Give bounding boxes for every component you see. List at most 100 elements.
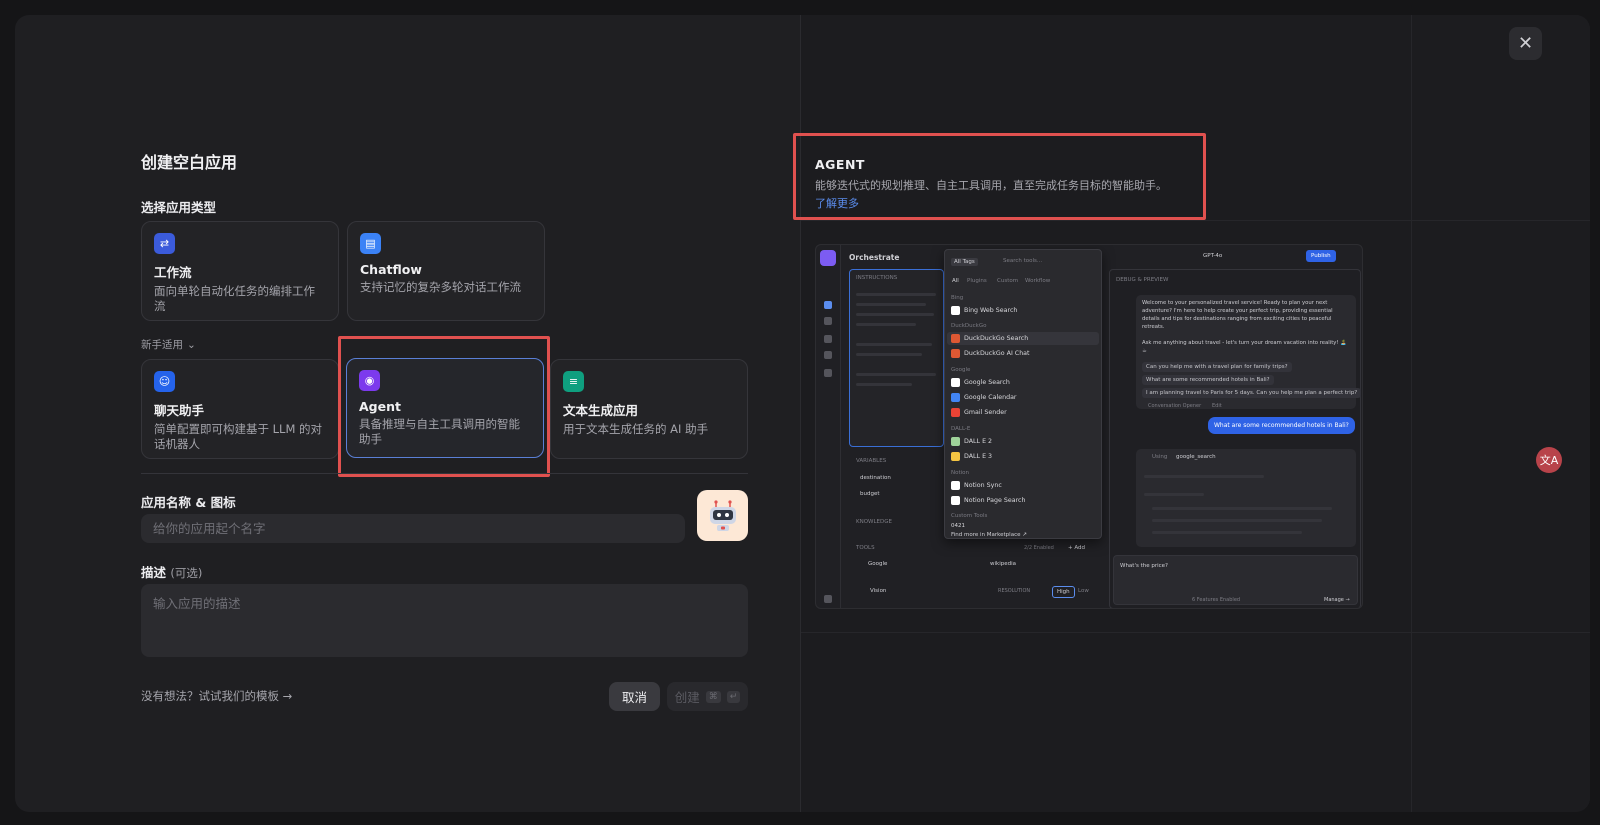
preview-tool: Google: [868, 561, 888, 567]
preview-input-text: What's the price?: [1120, 563, 1168, 569]
preview-user-msg: What are some recommended hotels in Bali…: [1208, 417, 1355, 434]
preview-tool-item: DALL E 2: [951, 437, 992, 446]
nav-icon: [824, 351, 832, 359]
preview-edit: Edit: [1212, 403, 1222, 409]
type-card-title: Chatflow: [360, 262, 422, 277]
name-label: 应用名称 & 图标: [141, 495, 236, 510]
desc-optional: (可选): [170, 566, 203, 580]
preview-suggestion: What are some recommended hotels in Bali…: [1142, 375, 1274, 385]
agent-preview-image: Orchestrate INSTRUCTIONS VARIABLES desti…: [815, 244, 1363, 609]
preview-tool-item: Google Search: [951, 378, 1010, 387]
text-gen-icon: ≡: [563, 371, 584, 392]
preview-tools-enabled: 2/2 Enabled: [1024, 545, 1054, 551]
type-card-title: 文本生成应用: [563, 403, 639, 418]
preview-placeholder-line: [856, 323, 916, 326]
preview-tools-dropdown: All Tags Search tools... All Plugins Cus…: [944, 249, 1102, 539]
chevron-down-icon: ⌄: [187, 338, 196, 351]
nav-icon: [824, 317, 832, 325]
kbd-command: ⌘: [705, 690, 721, 703]
preview-bot-msg: Ask me anything about travel - let's tur…: [1142, 340, 1347, 354]
preview-bot-msg: Welcome to your personalized travel serv…: [1142, 300, 1333, 330]
preview-placeholder-line: [1152, 507, 1332, 510]
close-icon: ✕: [1517, 33, 1534, 54]
preview-cat: Google: [951, 367, 971, 373]
preview-add: + Add: [1068, 545, 1086, 551]
preview-manage: Manage →: [1324, 597, 1350, 603]
divider: [141, 473, 748, 474]
preview-tool-item: Google Calendar: [951, 393, 1017, 402]
close-button[interactable]: ✕: [1509, 27, 1542, 60]
preview-tab: Custom: [997, 278, 1019, 284]
type-card-chat-assistant[interactable]: ☺ 聊天助手 简单配置即可构建基于 LLM 的对话机器人: [141, 359, 339, 459]
preview-sidebar: [816, 245, 841, 608]
preview-features: 6 Features Enabled: [1192, 597, 1241, 603]
preview-cat: DuckDuckGo: [951, 323, 987, 329]
preview-placeholder-line: [856, 293, 936, 296]
templates-link[interactable]: 没有想法？试试我们的模板 →: [141, 688, 292, 704]
robot-icon: [709, 499, 736, 531]
preview-tool-item: Bing Web Search: [951, 306, 1017, 315]
preview-tab: Workflow: [1025, 278, 1051, 284]
preview-using: Using: [1152, 454, 1168, 460]
preview-tool-item: Gmail Sender: [951, 408, 1007, 417]
preview-placeholder-line: [1144, 493, 1204, 496]
workflow-icon: ⇄: [154, 233, 175, 254]
preview-cat: Bing: [951, 295, 964, 301]
cancel-button[interactable]: 取消: [609, 682, 660, 711]
grid-line: [801, 220, 1590, 221]
type-section-label: 选择应用类型: [141, 200, 217, 215]
create-button[interactable]: 创建 ⌘ ↵: [667, 682, 748, 711]
preview-tool-item: DuckDuckGo Search: [951, 334, 1028, 343]
preview-tool-item: 0421: [951, 523, 965, 529]
kbd-enter: ↵: [726, 690, 741, 703]
type-card-title: 工作流: [154, 265, 192, 280]
preview-placeholder-line: [856, 373, 936, 376]
grid-line: [1411, 15, 1412, 812]
preview-search-tools: Search tools...: [1003, 258, 1043, 264]
cancel-label: 取消: [621, 690, 647, 705]
nav-icon: [824, 595, 832, 603]
type-card-chatflow[interactable]: ▤ Chatflow 支持记忆的复杂多轮对话工作流: [347, 221, 545, 321]
preview-instructions-label: INSTRUCTIONS: [856, 275, 898, 281]
preview-tools: TOOLS: [856, 545, 875, 551]
preview-publish: Publish: [1306, 250, 1336, 262]
highlight-box: [793, 133, 1206, 220]
preview-using-tool: google_search: [1176, 454, 1216, 460]
type-card-workflow[interactable]: ⇄ 工作流 面向单轮自动化任务的编排工作流: [141, 221, 339, 321]
preview-placeholder-line: [856, 383, 912, 386]
preview-placeholder-line: [856, 303, 926, 306]
preview-tab: Plugins: [967, 278, 987, 284]
preview-high: High: [1052, 586, 1075, 598]
translate-badge-text: 文A: [1539, 454, 1559, 467]
nav-icon: [824, 369, 832, 377]
translate-icon[interactable]: 文A: [1536, 447, 1562, 473]
preview-logo-icon: [820, 250, 836, 266]
preview-tool-item: Notion Page Search: [951, 496, 1026, 505]
grid-line: [801, 632, 1590, 633]
app-desc-textarea[interactable]: [141, 584, 748, 657]
type-card-text-gen[interactable]: ≡ 文本生成应用 用于文本生成任务的 AI 助手: [550, 359, 748, 459]
type-card-title: 聊天助手: [154, 403, 205, 418]
highlight-box: [338, 336, 550, 477]
type-card-desc: 用于文本生成任务的 AI 助手: [563, 422, 709, 436]
nav-icon: [824, 301, 832, 309]
app-icon-picker[interactable]: [697, 490, 748, 541]
preview-tool: wikipedia: [990, 561, 1017, 567]
chat-assistant-icon: ☺: [154, 371, 175, 392]
preview-tab: All: [952, 278, 959, 284]
preview-placeholder-line: [856, 343, 932, 346]
preview-debug-title: DEBUG & PREVIEW: [1116, 277, 1169, 283]
nav-icon: [824, 335, 832, 343]
app-name-input[interactable]: [141, 514, 685, 543]
preview-marketplace: Find more in Marketplace ↗: [951, 532, 1027, 538]
preview-knowledge: KNOWLEDGE: [856, 519, 892, 525]
newbie-toggle[interactable]: 新手适用 ⌄: [141, 337, 196, 352]
preview-placeholder-line: [1144, 475, 1264, 478]
desc-label-text: 描述: [141, 565, 167, 580]
preview-var: destination: [860, 475, 891, 481]
preview-placeholder-line: [856, 313, 934, 316]
preview-var: budget: [860, 491, 880, 497]
dialog-title: 创建空白应用: [141, 153, 238, 172]
chatflow-icon: ▤: [360, 233, 381, 254]
preview-orchestrate: Orchestrate: [849, 253, 900, 262]
